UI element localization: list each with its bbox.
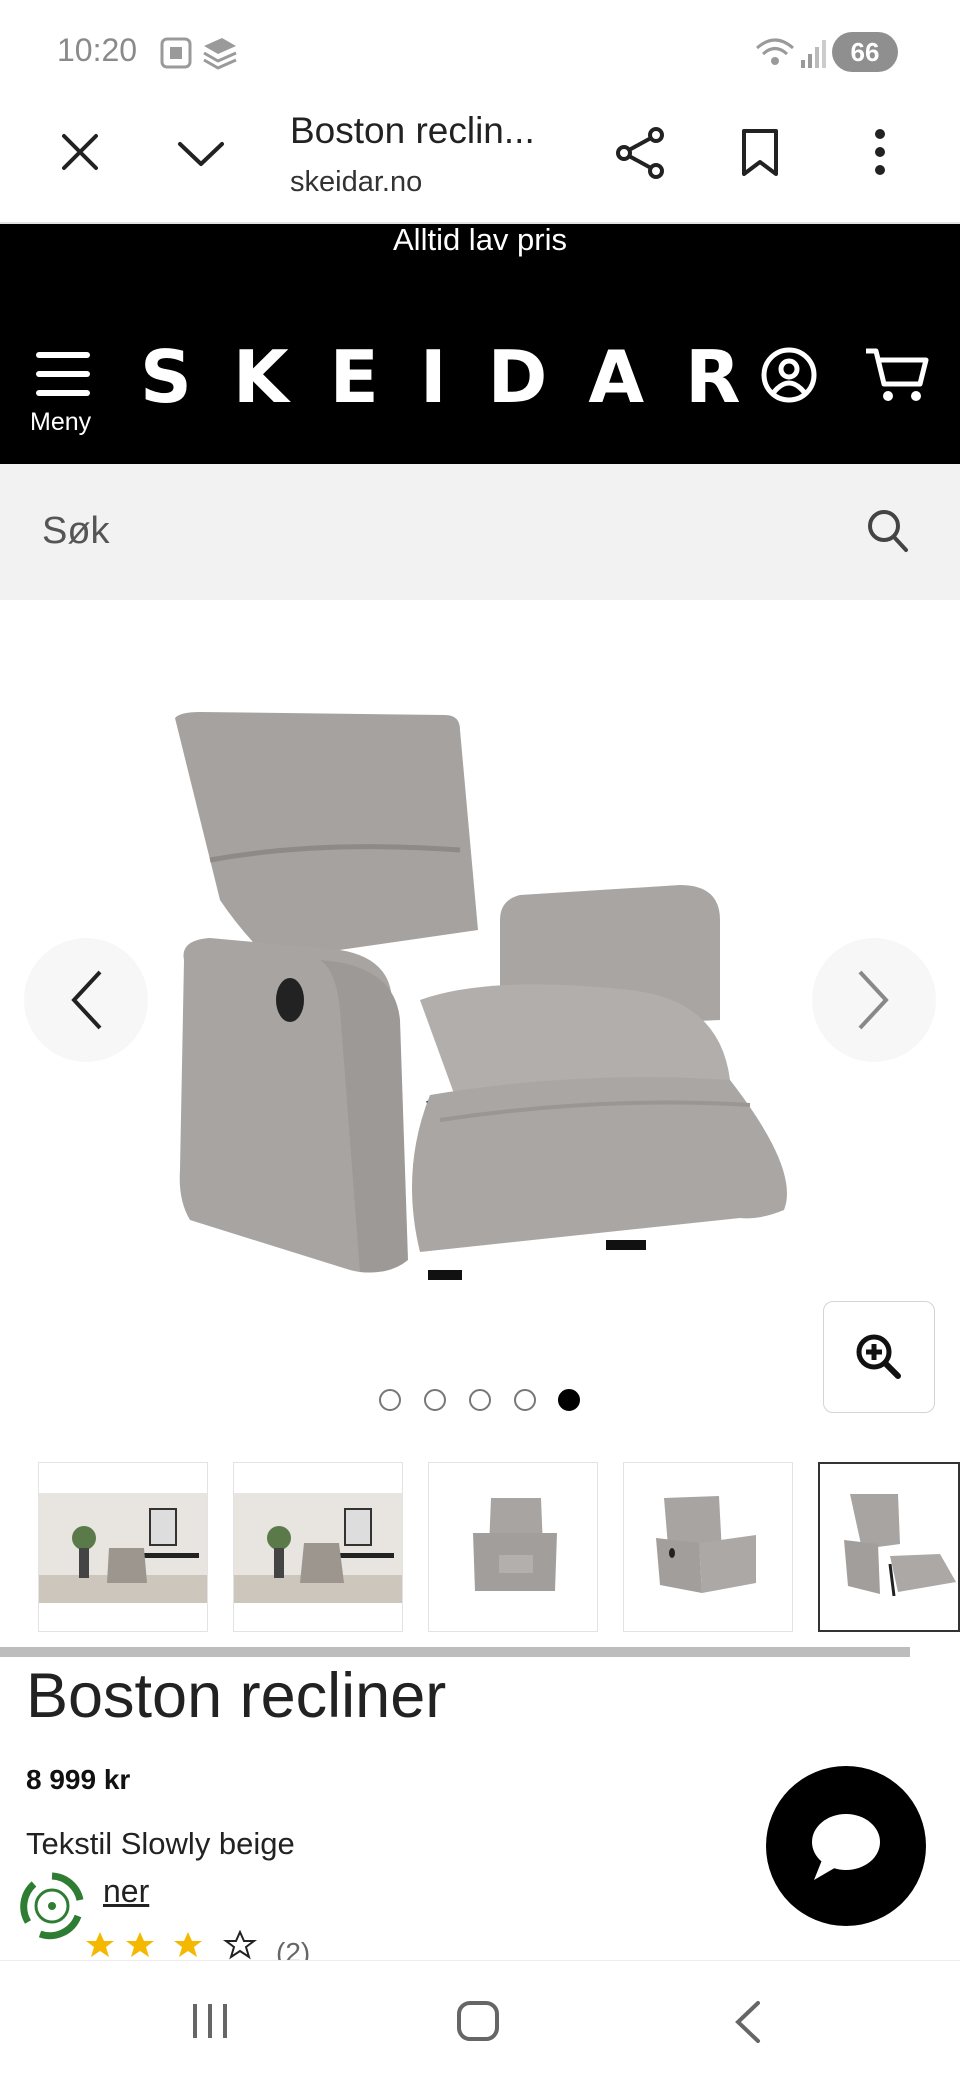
carousel-dot-1[interactable] bbox=[379, 1389, 401, 1411]
status-icons bbox=[160, 37, 237, 70]
product-image[interactable] bbox=[160, 700, 810, 1300]
thumbnail-image bbox=[39, 1493, 207, 1603]
bookmark-icon[interactable] bbox=[740, 128, 780, 178]
thumbnail-5[interactable] bbox=[818, 1462, 960, 1632]
back-icon[interactable] bbox=[732, 2000, 762, 2044]
browser-url[interactable]: skeidar.no bbox=[290, 166, 422, 199]
chat-icon bbox=[812, 1814, 880, 1880]
promo-text: Alltid lav pris bbox=[393, 222, 567, 257]
rating-stars[interactable] bbox=[86, 1930, 276, 1960]
site-logo[interactable]: SKEIDAR bbox=[140, 335, 782, 419]
thumbnail-image bbox=[844, 1494, 956, 1597]
signal-icons bbox=[756, 38, 826, 68]
thumbnail-4[interactable] bbox=[623, 1462, 793, 1632]
cart-icon[interactable] bbox=[864, 346, 930, 404]
menu-label[interactable]: Meny bbox=[30, 408, 91, 437]
status-time: 10:20 bbox=[57, 32, 138, 68]
browser-page-title[interactable]: Boston reclin... bbox=[290, 110, 535, 152]
thumbnail-1[interactable] bbox=[38, 1462, 208, 1632]
carousel-dot-2[interactable] bbox=[424, 1389, 446, 1411]
chevron-down-icon[interactable] bbox=[176, 138, 226, 168]
zoom-in-icon bbox=[856, 1334, 901, 1379]
home-icon[interactable] bbox=[456, 2000, 500, 2042]
share-icon[interactable] bbox=[614, 126, 668, 180]
search-input[interactable] bbox=[40, 500, 844, 562]
recycle-badge-icon[interactable] bbox=[16, 1870, 88, 1942]
thumbnail-image bbox=[473, 1498, 557, 1591]
product-link[interactable]: ner bbox=[103, 1873, 149, 1910]
thumbnail-3[interactable] bbox=[428, 1462, 598, 1632]
chevron-right-icon bbox=[858, 970, 889, 1030]
thumbnail-scrollbar[interactable] bbox=[0, 1647, 910, 1657]
carousel-dot-4[interactable] bbox=[514, 1389, 536, 1411]
product-title: Boston recliner bbox=[26, 1661, 447, 1731]
more-vert-icon[interactable] bbox=[872, 128, 888, 178]
chevron-left-icon bbox=[71, 970, 102, 1030]
product-price: 8 999 kr bbox=[26, 1764, 131, 1795]
thumbnail-2[interactable] bbox=[233, 1462, 403, 1632]
hamburger-icon[interactable] bbox=[36, 350, 90, 398]
battery-indicator: 66 bbox=[832, 32, 898, 72]
account-icon[interactable] bbox=[760, 346, 818, 404]
close-icon[interactable] bbox=[60, 132, 100, 172]
carousel-dot-3[interactable] bbox=[469, 1389, 491, 1411]
thumbnail-image bbox=[234, 1493, 402, 1603]
recent-apps-icon[interactable] bbox=[190, 2002, 230, 2040]
thumbnail-image bbox=[656, 1496, 756, 1593]
search-icon[interactable] bbox=[866, 508, 910, 554]
product-variant: Tekstil Slowly beige bbox=[26, 1826, 295, 1861]
carousel-dot-5[interactable] bbox=[558, 1389, 580, 1411]
